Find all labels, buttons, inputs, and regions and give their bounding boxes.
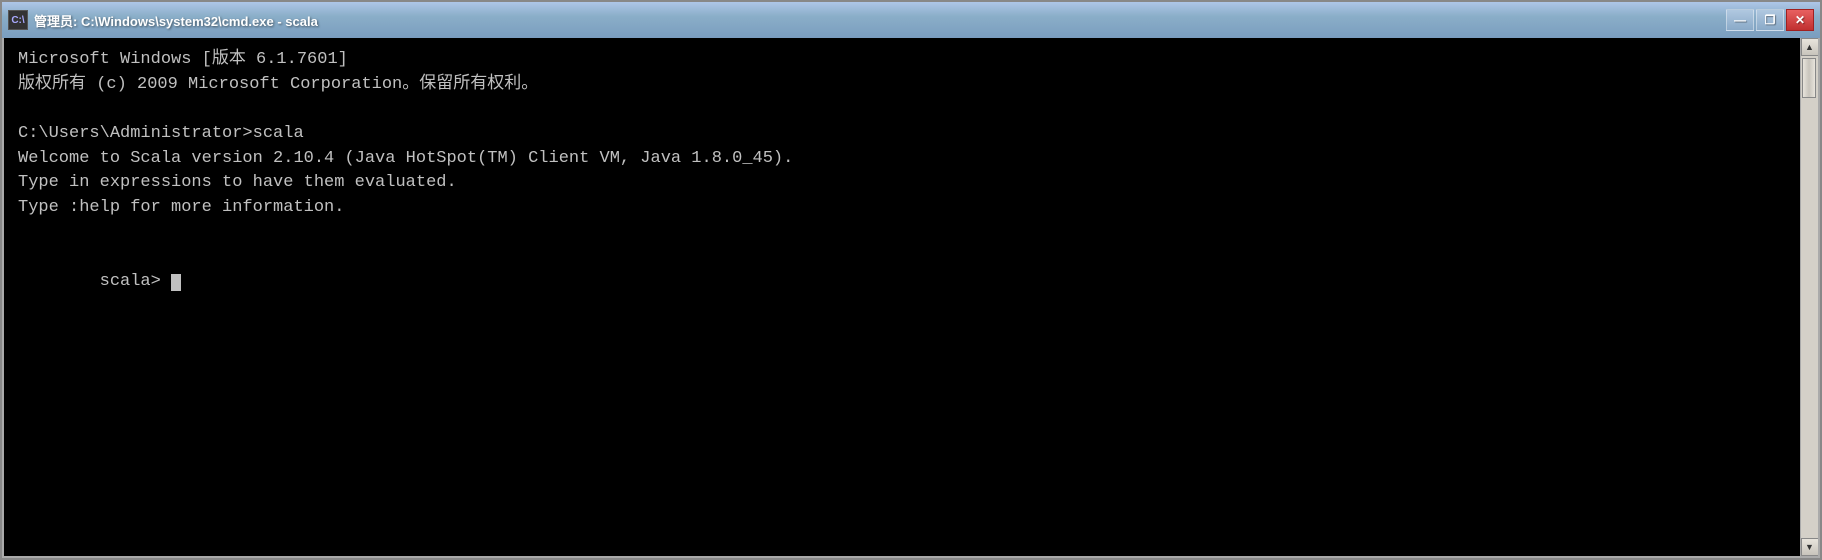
window-body: Microsoft Windows [版本 6.1.7601] 版权所有 (c)… xyxy=(2,38,1820,558)
terminal-empty-1 xyxy=(18,97,1786,122)
scroll-up-button[interactable]: ▲ xyxy=(1801,38,1819,56)
close-button[interactable]: ✕ xyxy=(1786,9,1814,31)
terminal-area[interactable]: Microsoft Windows [版本 6.1.7601] 版权所有 (c)… xyxy=(4,38,1800,556)
scroll-down-button[interactable]: ▼ xyxy=(1801,538,1819,556)
title-bar-left: C:\ 管理员: C:\Windows\system32\cmd.exe - s… xyxy=(8,10,318,30)
terminal-line-6: Type :help for more information. xyxy=(18,196,1786,221)
minimize-button[interactable]: — xyxy=(1726,9,1754,31)
restore-button[interactable]: ❐ xyxy=(1756,9,1784,31)
terminal-line-2: 版权所有 (c) 2009 Microsoft Corporation。保留所有… xyxy=(18,73,1786,98)
terminal-line-3: C:\Users\Administrator>scala xyxy=(18,122,1786,147)
title-bar: C:\ 管理员: C:\Windows\system32\cmd.exe - s… xyxy=(2,2,1820,38)
window-icon: C:\ xyxy=(8,10,28,30)
cmd-window: C:\ 管理员: C:\Windows\system32\cmd.exe - s… xyxy=(0,0,1822,560)
terminal-prompt: scala> xyxy=(100,272,171,291)
terminal-line-5: Type in expressions to have them evaluat… xyxy=(18,171,1786,196)
title-bar-controls: — ❐ ✕ xyxy=(1726,9,1814,31)
scrollbar[interactable]: ▲ ▼ xyxy=(1800,38,1818,556)
terminal-line-1: Microsoft Windows [版本 6.1.7601] xyxy=(18,48,1786,73)
terminal-cursor xyxy=(171,274,181,291)
title-bar-text: 管理员: C:\Windows\system32\cmd.exe - scala xyxy=(34,11,318,30)
scroll-thumb[interactable] xyxy=(1802,58,1816,98)
terminal-line-4: Welcome to Scala version 2.10.4 (Java Ho… xyxy=(18,147,1786,172)
scroll-track[interactable] xyxy=(1801,56,1818,538)
terminal-empty-2 xyxy=(18,220,1786,245)
terminal-prompt-line[interactable]: scala> xyxy=(18,245,1786,319)
